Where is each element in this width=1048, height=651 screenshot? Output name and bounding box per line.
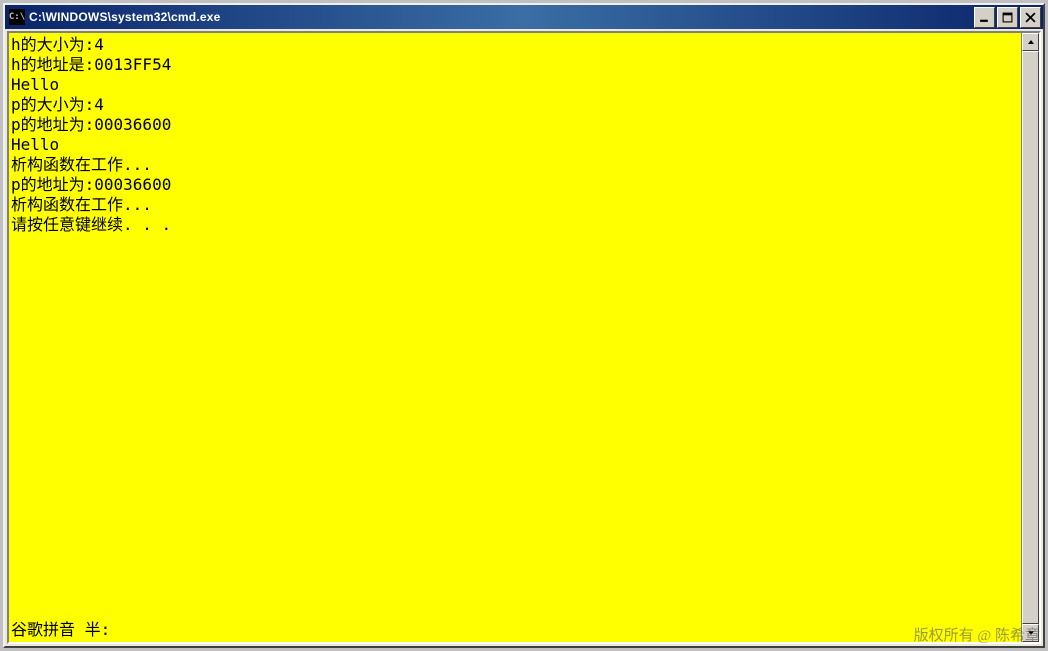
chevron-up-icon [1027,38,1035,46]
console-line: p的大小为:4 [11,95,1019,115]
console-line: 析构函数在工作... [11,195,1019,215]
maximize-button[interactable] [997,7,1018,28]
minimize-button[interactable] [974,7,995,28]
console-line: h的地址是:0013FF54 [11,55,1019,75]
scroll-track[interactable] [1022,51,1039,624]
window-title: C:\WINDOWS\system32\cmd.exe [29,10,974,24]
window-controls [974,7,1041,28]
console-output[interactable]: h的大小为:4 h的地址是:0013FF54 Hello p的大小为:4 p的地… [9,33,1021,642]
ime-status: 谷歌拼音 半: [11,620,110,640]
scroll-thumb[interactable] [1022,51,1039,624]
cmd-window: C:\ C:\WINDOWS\system32\cmd.exe h的大小为:4 … [3,3,1045,648]
console-line: p的地址为:00036600 [11,115,1019,135]
scroll-up-button[interactable] [1022,33,1039,51]
console-line: 析构函数在工作... [11,155,1019,175]
maximize-icon [1002,12,1013,23]
console-line: p的地址为:00036600 [11,175,1019,195]
vertical-scrollbar[interactable] [1021,33,1039,642]
console-line: 请按任意键继续. . . [11,215,1019,235]
cmd-icon: C:\ [9,9,25,25]
console-line: Hello [11,135,1019,155]
titlebar[interactable]: C:\ C:\WINDOWS\system32\cmd.exe [5,5,1043,29]
content-frame: h的大小为:4 h的地址是:0013FF54 Hello p的大小为:4 p的地… [7,31,1041,644]
minimize-icon [979,12,990,23]
close-icon [1025,12,1036,23]
console-line: Hello [11,75,1019,95]
console-line: h的大小为:4 [11,35,1019,55]
scroll-down-button[interactable] [1022,624,1039,642]
close-button[interactable] [1020,7,1041,28]
chevron-down-icon [1027,629,1035,637]
